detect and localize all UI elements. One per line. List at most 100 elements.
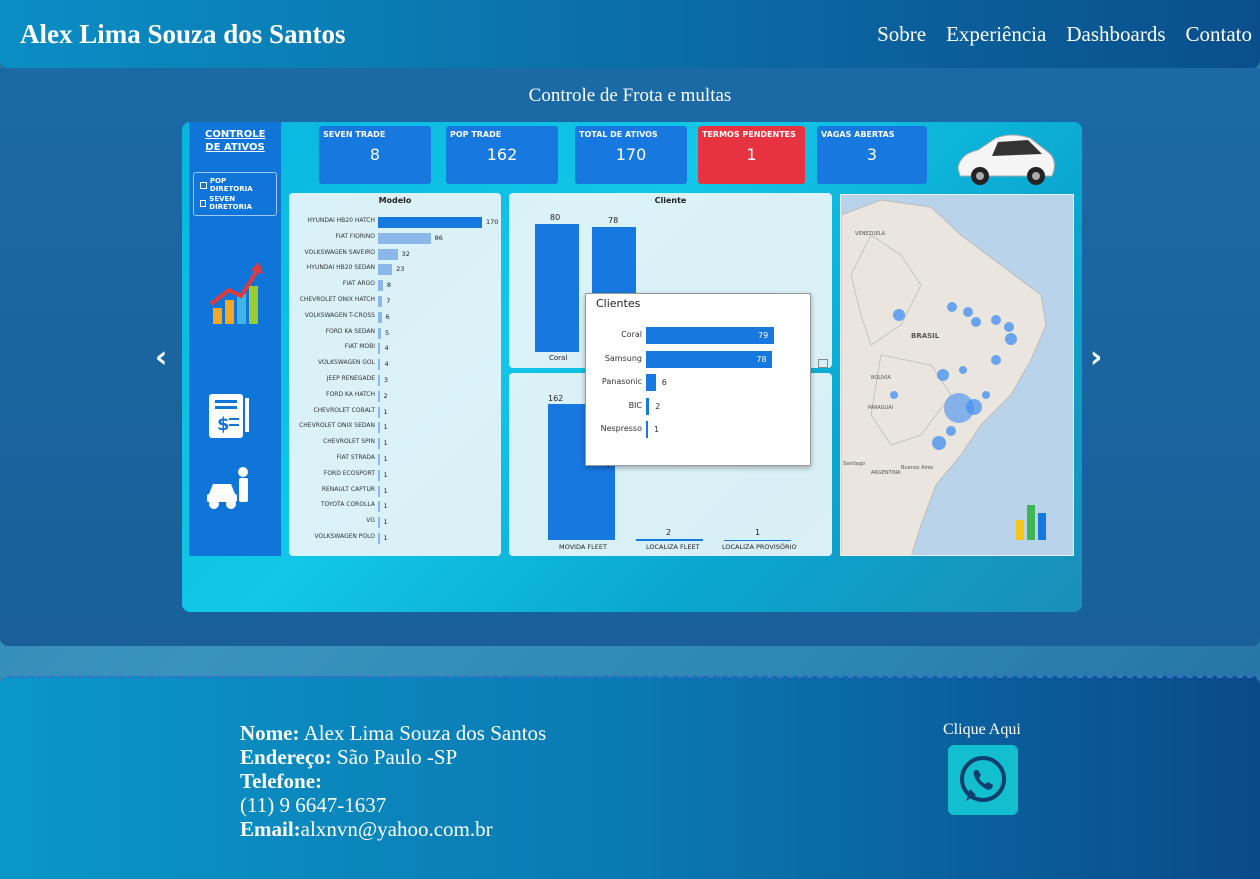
modelo-row-label: FIAT MOBI — [344, 343, 375, 351]
map-label-bolivia: BOLÍVIA — [871, 375, 891, 381]
contact-phone: (11) 9 6647-1637 — [240, 793, 387, 817]
modelo-row-label: VOLKSWAGEN GOL — [318, 359, 375, 367]
modelo-row: CHEVROLET COBALT 1 — [289, 405, 501, 419]
popup-bar — [646, 421, 648, 438]
popup-row: Panasonic 6 — [586, 373, 812, 391]
modelo-row-label: CHEVROLET COBALT — [313, 406, 375, 414]
whatsapp-icon — [960, 756, 1006, 802]
mechanic-car-icon — [207, 467, 248, 509]
cliente-category-1: Coral — [549, 354, 568, 362]
kpi-seven-trade: SEVEN TRADE 8 — [319, 126, 431, 184]
modelo-row: CHEVROLET ONIX SEDAN 1 — [289, 420, 501, 434]
fleet-bar-2 — [636, 539, 703, 541]
modelo-bar-value: 170 — [486, 218, 499, 226]
site-footer: Nome: Alex Lima Souza dos Santos Endereç… — [0, 676, 1260, 879]
map-label-buenos-aires: Buenos Aires — [901, 465, 934, 471]
modelo-row: FIAT ARGO 8 — [289, 278, 501, 292]
nav-link-contato[interactable]: Contato — [1186, 22, 1253, 47]
kpi-total-ativos: TOTAL DE ATIVOS 170 — [575, 126, 687, 184]
popup-bar-value: 78 — [756, 354, 767, 364]
modelo-bar — [378, 406, 380, 418]
modelo-row: CHEVROLET ONIX HATCH 7 — [289, 294, 501, 308]
modelo-row: FORD KA HATCH 2 — [289, 389, 501, 403]
car-image — [957, 134, 1055, 185]
dashboard-carousel-slide[interactable]: CONTROLE DE ATIVOS POP DIRETORIA SEVEN D… — [182, 122, 1082, 612]
checkbox-icon — [200, 181, 207, 189]
modelo-row-label: HYUNDAI HB20 HATCH — [307, 217, 375, 224]
brazil-map-panel[interactable]: BRASIL VENEZUELA BOLÍVIA PARAGUAI ARGENT… — [840, 194, 1074, 556]
contact-address: São Paulo -SP — [331, 745, 458, 769]
modelo-row: FIAT FIORINO 86 — [289, 231, 501, 245]
modelo-bar — [378, 311, 382, 323]
modelo-bar-value: 4 — [384, 344, 389, 353]
popup-bar — [646, 327, 774, 344]
modelo-row: RENAULT CAPTUR 1 — [289, 484, 501, 498]
carousel-prev-chevron-icon[interactable]: ‹ — [155, 340, 167, 375]
modelo-bar-value: 8 — [386, 281, 392, 290]
popup-bar-value: 79 — [758, 331, 769, 340]
modelo-row-label: VOLKSWAGEN T-CROSS — [304, 311, 375, 319]
modelo-bar-value: 1 — [383, 455, 388, 463]
modelo-bar-value: 2 — [383, 391, 388, 400]
modelo-row-label: CHEVROLET SPIN — [323, 438, 375, 446]
modelo-row-label: TOYOTA COROLLA — [320, 501, 375, 509]
modelo-row-label: CHEVROLET ONIX HATCH — [299, 296, 375, 303]
map-label-santiago: Santiago — [843, 461, 866, 467]
modelo-bar — [378, 264, 393, 276]
modelo-bar-value: 6 — [385, 312, 390, 321]
modelo-row: FORD KA SEDAN 5 — [289, 326, 501, 340]
modelo-bar-value: 1 — [383, 470, 388, 479]
nav-link-dashboards[interactable]: Dashboards — [1066, 22, 1165, 47]
modelo-bar-value: 32 — [401, 249, 410, 258]
modelo-bar — [378, 327, 382, 339]
modelo-bar — [378, 422, 380, 434]
dashboard-side-title: CONTROLE DE ATIVOS — [205, 129, 266, 153]
growth-chart-icon — [209, 262, 263, 324]
expand-icon[interactable] — [818, 359, 828, 368]
contact-name: Alex Lima Souza dos Santos — [299, 721, 547, 745]
modelo-row: TOYOTA COROLLA 1 — [289, 499, 501, 513]
modelo-bar — [378, 501, 380, 513]
modelo-row-label: FIAT ARGO — [342, 280, 375, 288]
map-label-paraguai: PARAGUAI — [868, 405, 894, 411]
popup-row-label: Panasonic — [601, 377, 642, 386]
site-header: Alex Lima Souza dos Santos Sobre Experiê… — [0, 0, 1260, 68]
modelo-row-label: FIAT FIORINO — [335, 232, 375, 240]
svg-text:$: $ — [217, 414, 230, 435]
modelo-bar — [378, 390, 380, 402]
modelo-bar — [378, 485, 380, 497]
nav-link-sobre[interactable]: Sobre — [877, 22, 926, 47]
whatsapp-button[interactable] — [948, 745, 1018, 815]
modelo-row: VOLKSWAGEN POLO 1 — [289, 531, 501, 545]
modelo-bar — [378, 280, 383, 292]
nav-link-experiencia[interactable]: Experiência — [946, 22, 1046, 47]
kpi-pop-trade: POP TRADE 162 — [446, 126, 558, 184]
filter-option-pop[interactable]: POP DIRETORIA — [200, 177, 270, 193]
modelo-bar — [378, 232, 431, 244]
brand-name: Alex Lima Souza dos Santos — [20, 18, 346, 49]
popup-bar — [646, 374, 656, 391]
popup-bar-value: 2 — [655, 401, 661, 411]
carousel-next-chevron-icon[interactable]: › — [1090, 340, 1102, 375]
popup-row: Nespresso 1 — [586, 420, 812, 438]
modelo-row-label: FORD KA HATCH — [326, 390, 375, 398]
map-label-venezuela: VENEZUELA — [855, 231, 886, 237]
modelo-row: FIAT STRADA 1 — [289, 452, 501, 466]
filter-option-seven[interactable]: SEVEN DIRETORIA — [200, 195, 270, 211]
popup-bar — [646, 350, 773, 368]
modelo-bar-value: 1 — [383, 534, 388, 542]
modelo-bar — [378, 248, 398, 260]
modelo-bar — [378, 517, 380, 529]
popup-title: Clientes — [596, 297, 641, 310]
modelo-bar-value: 4 — [384, 360, 389, 369]
diretoria-filter[interactable]: POP DIRETORIA SEVEN DIRETORIA — [193, 172, 277, 216]
clientes-tooltip-popup: Clientes Coral 79 Samsung 78 Panasonic 6 BIC 2 N… — [585, 293, 811, 466]
section-title: Controle de Frota e multas — [528, 85, 732, 106]
modelo-bar-value: 1 — [383, 486, 388, 495]
checkbox-icon — [200, 199, 207, 207]
popup-row: Samsung 78 — [586, 350, 812, 368]
popup-row: Coral 79 — [586, 326, 812, 344]
modelo-row: FORD ECOSPORT 1 — [289, 468, 501, 482]
modelo-row-label: FORD KA SEDAN — [325, 327, 375, 335]
modelo-bar-value: 3 — [383, 376, 388, 384]
